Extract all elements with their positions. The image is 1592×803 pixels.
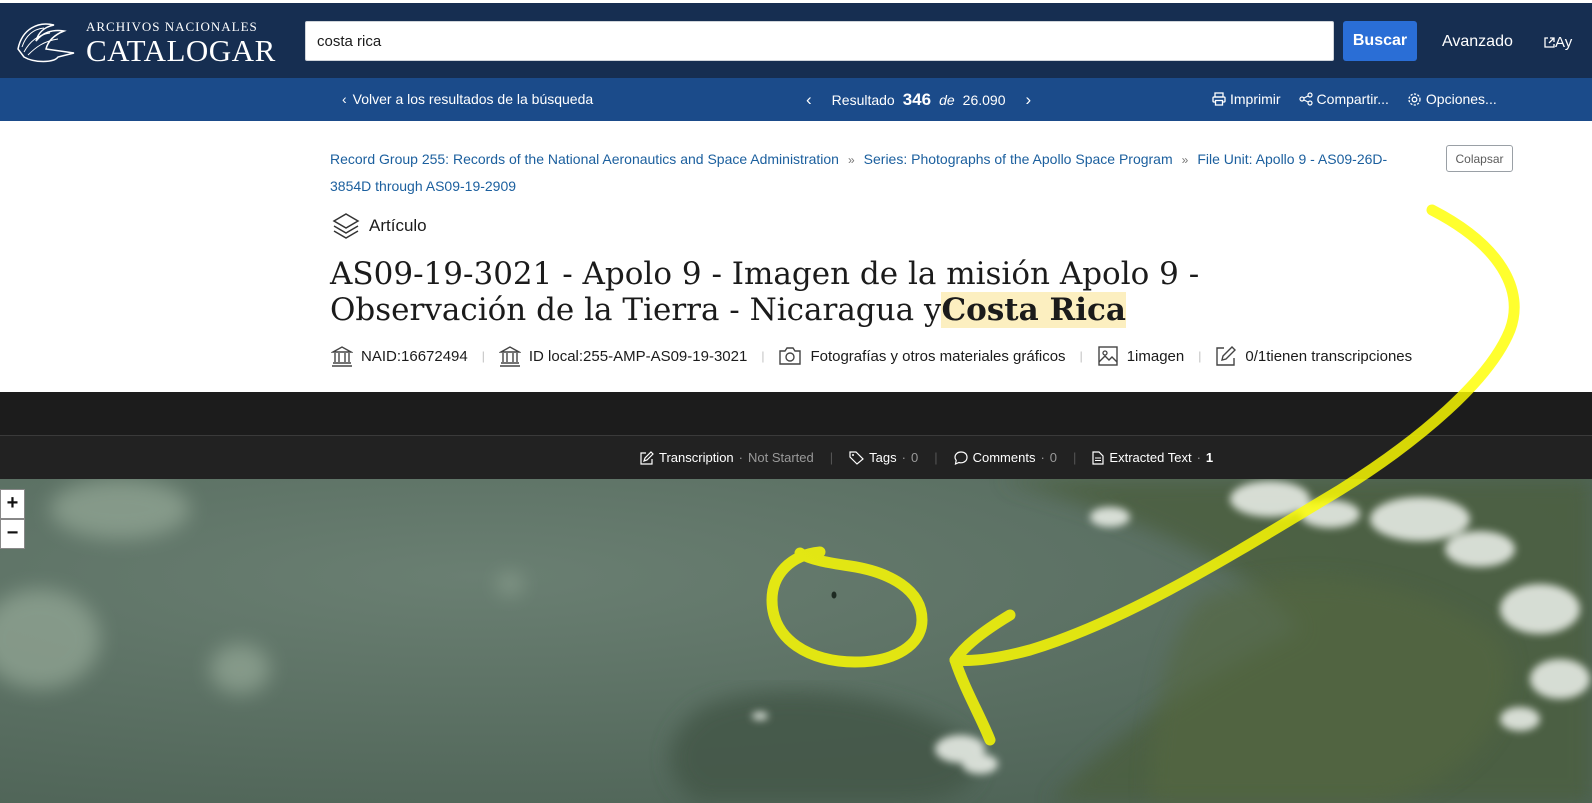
naid: NAID:16672494 — [331, 345, 468, 367]
building-icon — [498, 346, 521, 367]
options-button[interactable]: Opciones... — [1407, 91, 1497, 107]
catalog-logo[interactable]: Archivos Nacionales CATALOGAR — [14, 15, 284, 69]
record-tools: Imprimir Compartir... Opciones... — [1212, 91, 1497, 107]
site-header: Archivos Nacionales CATALOGAR Buscar Ava… — [0, 0, 1592, 78]
local-id: ID local:255-AMP-AS09-19-3021 — [498, 345, 747, 367]
breadcrumb-series[interactable]: Series: Photographs of the Apollo Space … — [864, 151, 1173, 167]
tab-transcription[interactable]: Transcription · Not Started — [640, 450, 814, 465]
category: Fotografías y otros materiales gráficos — [778, 345, 1066, 367]
print-button[interactable]: Imprimir — [1212, 91, 1281, 107]
extracted-count: 1 — [1205, 450, 1214, 465]
result-navigation-bar: ‹ Volver a los resultados de la búsqueda … — [0, 78, 1592, 121]
transcription-status: Not Started — [748, 450, 814, 465]
advanced-search-link[interactable]: Avanzado — [1442, 33, 1513, 51]
collapse-button[interactable]: Colapsar — [1446, 145, 1513, 172]
satellite-photo — [0, 479, 1592, 803]
record-image[interactable] — [0, 479, 1592, 803]
share-button[interactable]: Compartir... — [1298, 91, 1389, 107]
record-metadata: NAID:16672494 | ID local:255-AMP-AS09-19… — [331, 345, 1412, 367]
logo-title: CATALOGAR — [86, 33, 276, 68]
image-icon — [1097, 346, 1118, 366]
record-type-label: Artículo — [369, 216, 427, 235]
back-to-results-link[interactable]: ‹ Volver a los resultados de la búsqueda — [342, 91, 593, 107]
breadcrumb-record-group[interactable]: Record Group 255: Records of the Nationa… — [330, 151, 839, 167]
share-icon — [1298, 92, 1313, 106]
title-highlight: Costa Rica — [941, 292, 1126, 328]
tab-tags[interactable]: Tags · 0 — [849, 450, 918, 465]
result-label: Resultado — [831, 92, 895, 108]
gear-icon — [1408, 92, 1421, 106]
record-type: Artículo — [331, 211, 427, 241]
result-total: 26.090 — [962, 92, 1006, 108]
comment-icon — [953, 450, 968, 465]
building-icon — [331, 346, 353, 367]
breadcrumb: Record Group 255: Records of the Nationa… — [330, 146, 1420, 199]
document-icon — [1092, 450, 1105, 465]
breadcrumb-separator-icon: » — [847, 153, 855, 167]
camera-icon — [779, 347, 802, 365]
viewer-toolbar — [0, 392, 1592, 435]
tags-count: 0 — [910, 450, 919, 465]
result-of: de — [939, 92, 955, 108]
result-pager: ‹ Resultado 346 de 26.090 › — [806, 90, 1031, 110]
printer-icon — [1212, 92, 1226, 106]
tab-extracted-text[interactable]: Extracted Text · 1 — [1092, 450, 1213, 465]
result-number: 346 — [902, 90, 932, 109]
image-count: 1imagen — [1097, 345, 1184, 367]
zoom-in-button[interactable]: + — [0, 489, 25, 519]
next-result-button[interactable]: › — [1026, 90, 1032, 110]
edit-icon — [1216, 346, 1237, 366]
zoom-out-button[interactable]: − — [0, 519, 25, 549]
breadcrumb-separator-icon: » — [1181, 153, 1189, 167]
record-title: AS09-19-3021 - Apolo 9 - Imagen de la mi… — [330, 256, 1230, 328]
external-link-icon — [1544, 37, 1555, 48]
comments-count: 0 — [1049, 450, 1058, 465]
eagle-emblem-icon — [17, 23, 75, 63]
edit-icon — [640, 450, 654, 465]
tab-comments[interactable]: Comments · 0 — [953, 450, 1058, 465]
viewer-tabs: Transcription · Not Started | Tags · 0 |… — [0, 435, 1592, 479]
tag-icon — [849, 450, 865, 465]
transcription-count: 0/1tienen transcripciones — [1215, 345, 1412, 367]
help-link[interactable]: Ay — [1544, 34, 1572, 51]
chevron-left-icon: ‹ — [342, 91, 347, 107]
search-button[interactable]: Buscar — [1343, 21, 1417, 61]
layers-icon — [332, 213, 360, 239]
previous-result-button[interactable]: ‹ — [806, 90, 812, 110]
search-input[interactable] — [305, 21, 1334, 61]
